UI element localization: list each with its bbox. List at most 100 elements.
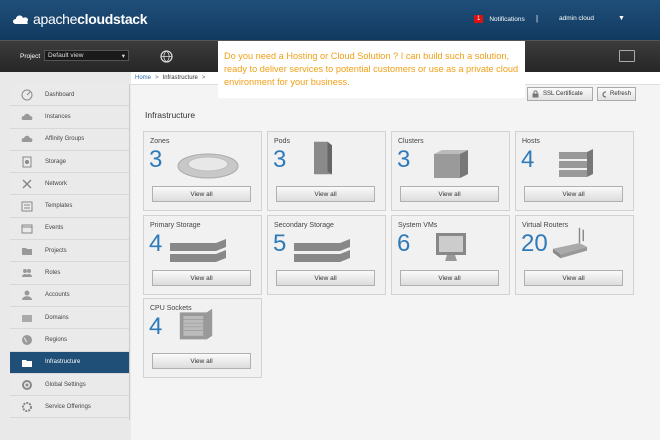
tile-count: 20 xyxy=(521,230,548,257)
dashboard-icon xyxy=(20,89,33,101)
project-select[interactable]: Default view ▾ xyxy=(44,50,129,61)
notification-count-badge: 1 xyxy=(474,15,484,23)
sidebar-item-label: Dashboard xyxy=(45,91,75,98)
tile-secondary-storage: Secondary Storage 5 View all xyxy=(267,215,386,295)
page-title: Infrastructure xyxy=(145,110,196,120)
sidebar-item-label: Affinity Groups xyxy=(45,136,85,143)
instances-icon xyxy=(20,111,33,122)
sidebar-item-dashboard[interactable]: Dashboard xyxy=(10,84,129,107)
logo-text-light: apache xyxy=(33,11,78,27)
tile-label: Primary Storage xyxy=(150,222,201,229)
infrastructure-icon xyxy=(20,357,33,368)
console-icon[interactable] xyxy=(619,50,635,62)
sidebar-item-label: Infrastructure xyxy=(45,359,81,366)
network-icon xyxy=(20,178,33,189)
offerings-icon xyxy=(20,401,33,412)
tile-count: 6 xyxy=(397,230,411,257)
ssl-certificate-label: SSL Certificate xyxy=(543,91,583,97)
logo-text-bold: cloudstack xyxy=(77,11,148,27)
breadcrumb-separator: > xyxy=(155,75,159,81)
notifications-label: Notifications xyxy=(489,15,525,23)
lock-icon xyxy=(532,90,539,98)
header-separator: | xyxy=(536,14,539,23)
tile-primary-storage: Primary Storage 4 View all xyxy=(143,215,262,295)
user-menu-caret-icon[interactable]: ▼ xyxy=(618,15,625,22)
sidebar-item-infrastructure[interactable]: Infrastructure xyxy=(10,351,129,374)
tile-count: 3 xyxy=(149,146,163,173)
tile-count: 4 xyxy=(149,313,163,340)
tile-label: Zones xyxy=(150,138,170,145)
tile-count: 4 xyxy=(149,230,163,257)
notifications-button[interactable]: 1 Notifications xyxy=(474,15,525,23)
sidebar-item-storage[interactable]: Storage xyxy=(10,151,129,174)
sidebar-item-service-offerings[interactable]: Service Offerings xyxy=(10,396,129,419)
view-all-pods-button[interactable]: View all xyxy=(276,186,375,202)
tile-virtual-routers: Virtual Routers 20 View all xyxy=(515,215,634,295)
breadcrumb-home[interactable]: Home xyxy=(135,75,151,81)
view-all-clusters-button[interactable]: View all xyxy=(400,186,499,202)
sidebar-item-templates[interactable]: Templates xyxy=(10,195,129,218)
router-icon xyxy=(552,227,588,259)
tile-label: Clusters xyxy=(398,138,424,145)
sidebar-item-global-settings[interactable]: Global Settings xyxy=(10,374,129,397)
domains-icon xyxy=(20,312,33,323)
pod-rack-icon xyxy=(314,141,332,175)
sidebar-item-events[interactable]: Events xyxy=(10,218,129,241)
tile-pods: Pods 3 View all xyxy=(267,131,386,211)
sidebar-item-network[interactable]: Network xyxy=(10,173,129,196)
sidebar-item-projects[interactable]: Projects xyxy=(10,240,129,263)
logo: apachecloudstack xyxy=(12,11,148,27)
sidebar-item-accounts[interactable]: Accounts xyxy=(10,285,129,307)
projects-icon xyxy=(20,245,33,256)
sidebar-item-label: Regions xyxy=(45,336,68,343)
sidebar: Dashboard Instances Affinity Groups Stor… xyxy=(10,84,130,420)
ssl-certificate-button[interactable]: SSL Certificate xyxy=(527,87,593,101)
promo-banner: Do you need a Hosting or Cloud Solution … xyxy=(218,41,525,98)
sidebar-item-label: Events xyxy=(45,225,64,232)
view-all-cpu-sockets-button[interactable]: View all xyxy=(152,353,251,369)
tile-hosts: Hosts 4 View all xyxy=(515,131,634,211)
tile-zones: Zones 3 View all xyxy=(143,131,262,211)
tile-count: 3 xyxy=(397,146,411,173)
view-all-system-vms-button[interactable]: View all xyxy=(400,270,499,286)
view-all-zones-button[interactable]: View all xyxy=(152,186,251,202)
view-all-hosts-button[interactable]: View all xyxy=(524,186,623,202)
tile-label: Pods xyxy=(274,138,290,145)
sidebar-item-label: Network xyxy=(45,180,68,187)
globe-icon[interactable] xyxy=(160,50,173,63)
user-menu[interactable]: admin cloud xyxy=(559,15,594,22)
tile-cpu-sockets: CPU Sockets 4 View all xyxy=(143,298,262,378)
sidebar-item-label: Templates xyxy=(45,203,73,210)
chevron-down-icon: ▾ xyxy=(121,53,125,60)
sidebar-item-affinity-groups[interactable]: Affinity Groups xyxy=(10,129,129,151)
sidebar-item-label: Storage xyxy=(45,158,67,165)
cluster-cube-icon xyxy=(434,150,468,178)
affinity-icon xyxy=(20,134,33,145)
tile-label: Secondary Storage xyxy=(274,222,334,229)
sidebar-item-label: Global Settings xyxy=(45,381,86,388)
breadcrumb-current[interactable]: Infrastructure xyxy=(163,75,198,81)
tile-count: 5 xyxy=(273,230,287,257)
accounts-icon xyxy=(20,290,33,301)
tile-count: 4 xyxy=(521,146,535,173)
breadcrumb-separator: > xyxy=(201,75,206,81)
tile-label: Hosts xyxy=(522,138,540,145)
sidebar-item-instances[interactable]: Instances xyxy=(10,106,129,129)
events-icon xyxy=(20,223,33,234)
sidebar-item-roles[interactable]: Roles xyxy=(10,262,129,285)
view-all-primary-storage-button[interactable]: View all xyxy=(152,270,251,286)
top-header: apachecloudstack 1 Notifications | admin… xyxy=(0,0,660,40)
view-all-virtual-routers-button[interactable]: View all xyxy=(524,270,623,286)
refresh-icon xyxy=(602,91,606,97)
sidebar-item-label: Instances xyxy=(45,113,71,120)
tile-count: 3 xyxy=(273,146,287,173)
project-select-value: Default view xyxy=(48,52,84,59)
sidebar-item-label: Accounts xyxy=(45,292,70,299)
sidebar-item-domains[interactable]: Domains xyxy=(10,307,129,330)
main-content: Home > Infrastructure > SSL Certificate … xyxy=(131,72,660,440)
sidebar-item-label: Projects xyxy=(45,247,67,254)
templates-icon xyxy=(20,201,33,212)
view-all-secondary-storage-button[interactable]: View all xyxy=(276,270,375,286)
sidebar-item-regions[interactable]: Regions xyxy=(10,329,129,352)
refresh-button[interactable]: Refresh xyxy=(597,87,636,101)
